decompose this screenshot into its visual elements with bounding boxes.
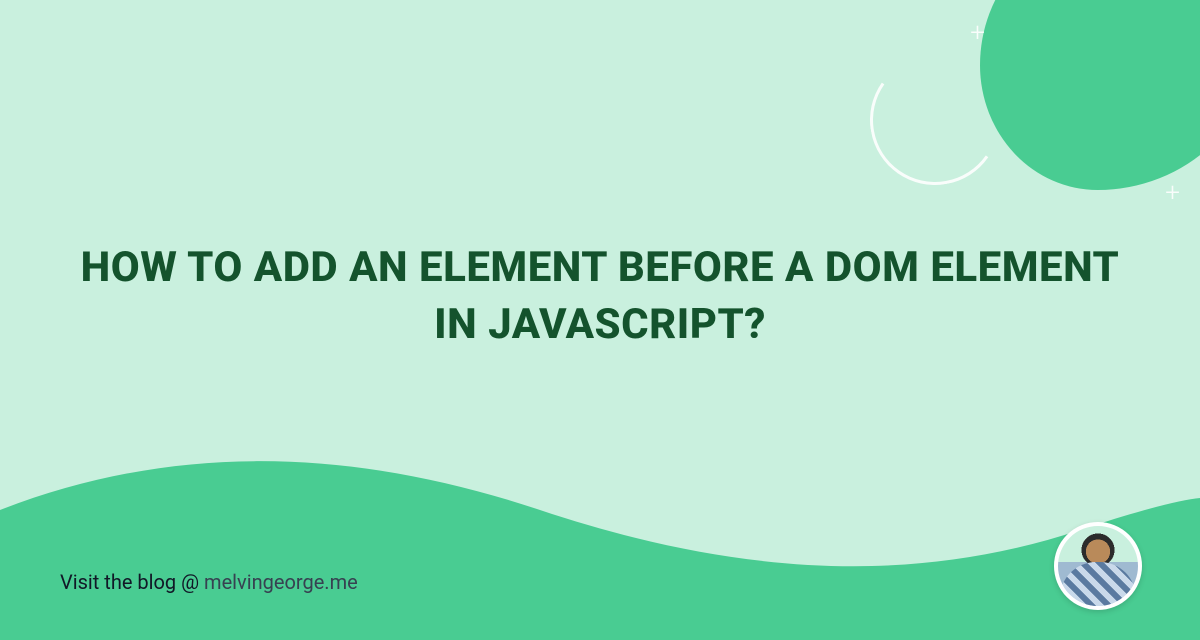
plus-icon: +: [1165, 180, 1180, 206]
decorative-blob: [980, 0, 1200, 190]
plus-icon: +: [970, 20, 985, 46]
avatar: [1054, 522, 1142, 610]
footer-prefix: Visit the blog @: [60, 570, 204, 594]
decorative-wave: [0, 420, 1200, 640]
footer-text: Visit the blog @ melvingeorge.me: [60, 570, 358, 594]
page-title: HOW TO ADD AN ELEMENT BEFORE A DOM ELEME…: [60, 240, 1140, 353]
footer-site[interactable]: melvingeorge.me: [204, 570, 358, 594]
